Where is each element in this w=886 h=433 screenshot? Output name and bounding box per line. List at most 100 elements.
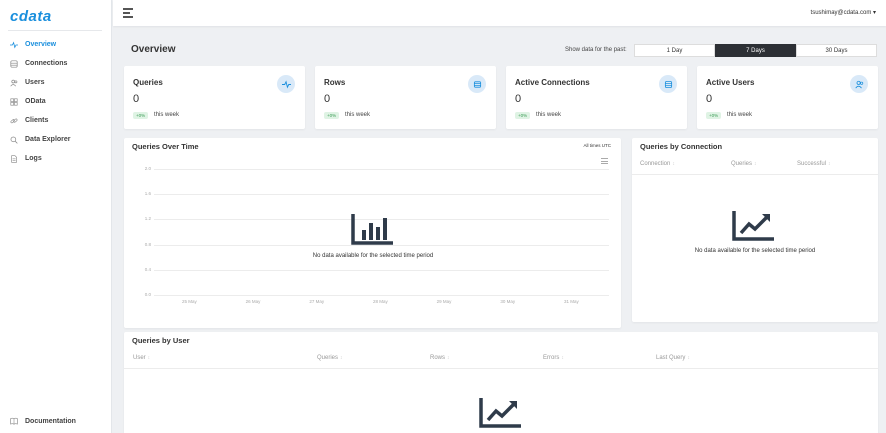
stat-value: 0 [324, 93, 331, 105]
sidebar-item-label: Logs [25, 155, 42, 162]
stat-card-queries: Queries 0 +0% this week [124, 66, 305, 129]
sidebar: cdata Overview Connections Users OData C… [0, 0, 112, 433]
divider [8, 30, 102, 31]
column-header-rows[interactable]: Rows ↕ [430, 355, 450, 361]
card-title: Queries by Connection [640, 142, 723, 151]
sidebar-item-logs[interactable]: Logs [0, 149, 112, 168]
pulse-icon [277, 75, 295, 93]
sidebar-item-data-explorer[interactable]: Data Explorer [0, 130, 112, 149]
card-title: Queries by User [132, 336, 190, 345]
y-tick-label: 1.6 [144, 191, 151, 197]
sidebar-item-connections[interactable]: Connections [0, 54, 112, 73]
bar-chart-icon [351, 214, 393, 245]
divider [632, 174, 878, 175]
range-30-days-button[interactable]: 30 Days [796, 44, 877, 57]
pulse-icon [10, 40, 18, 49]
sidebar-item-label: Clients [25, 117, 49, 124]
stat-value: 0 [133, 93, 140, 105]
stat-title: Queries [133, 78, 163, 87]
stat-value: 0 [706, 93, 713, 105]
stat-note: this week [345, 112, 371, 118]
column-header-queries[interactable]: Queries ↕ [317, 355, 343, 361]
range-selector: 1 Day 7 Days 30 Days [634, 44, 877, 57]
x-tick-label: 31 May [564, 299, 579, 304]
stat-note: this week [154, 112, 180, 118]
gridline [154, 194, 609, 196]
trending-up-chart-icon [479, 398, 521, 428]
divider [124, 368, 878, 369]
y-tick-label: 0.8 [144, 241, 151, 247]
sort-icon: ↕ [340, 355, 343, 361]
stat-badge: +0% [133, 112, 149, 119]
hamburger-menu-icon[interactable] [123, 8, 133, 18]
stat-card-active-users: Active Users 0 +0% this week [697, 66, 878, 129]
database-icon [10, 59, 18, 68]
x-tick-label: 30 May [500, 299, 516, 304]
sidebar-item-documentation[interactable]: Documentation [0, 417, 76, 425]
book-icon [10, 417, 18, 425]
range-7-days-button[interactable]: 7 Days [715, 44, 796, 57]
empty-state-text: No data available for the selected time … [694, 248, 816, 254]
sort-icon: ↕ [687, 355, 690, 361]
stat-note: this week [727, 112, 753, 118]
y-tick-label: 0.4 [144, 266, 151, 272]
sort-icon: ↕ [561, 355, 564, 361]
column-header-successful[interactable]: Successful ↕ [797, 161, 831, 167]
column-header-connection[interactable]: Connection ↕ [640, 161, 675, 167]
gridline [154, 295, 609, 296]
users-icon [850, 75, 868, 93]
x-tick-label: 26 May [245, 299, 261, 304]
empty-state-text: No data available for the selected time … [312, 253, 434, 259]
list-icon [468, 75, 486, 93]
user-menu[interactable]: tsushimay@cdata.com ▾ [811, 9, 876, 16]
sidebar-item-label: Documentation [25, 417, 76, 425]
queries-over-time-card: Queries Over Time All times UTC 2.0 1.6 1.… [124, 138, 621, 328]
stat-badge: +0% [515, 112, 531, 119]
stat-title: Active Users [706, 78, 755, 87]
sidebar-item-label: Data Explorer [25, 136, 71, 143]
y-tick-label: 1.2 [144, 216, 151, 222]
x-tick-label: 27 May [309, 299, 325, 304]
range-1-day-button[interactable]: 1 Day [634, 44, 715, 57]
file-icon [10, 154, 18, 163]
stat-card-rows: Rows 0 +0% this week [315, 66, 496, 129]
stat-value: 0 [515, 93, 522, 105]
odata-icon [10, 97, 18, 106]
sidebar-item-label: Users [25, 79, 45, 86]
sidebar-item-overview[interactable]: Overview [0, 35, 112, 54]
queries-by-user-card: Queries by User User ↕ Queries ↕ Rows ↕ Err… [124, 332, 878, 433]
cdata-logo[interactable]: cdata [10, 8, 52, 25]
users-icon [10, 79, 18, 87]
sort-icon: ↕ [447, 355, 450, 361]
stat-card-active-connections: Active Connections 0 +0% this week [506, 66, 687, 129]
stat-badge: +0% [324, 112, 340, 119]
column-header-last-query[interactable]: Last Query ↕ [656, 355, 690, 361]
gridline [154, 269, 609, 271]
sidebar-item-clients[interactable]: Clients [0, 111, 112, 130]
y-tick-label: 0.0 [144, 292, 151, 297]
stat-badge: +0% [706, 112, 722, 119]
column-header-queries[interactable]: Queries ↕ [731, 161, 757, 167]
sort-icon: ↕ [754, 161, 757, 167]
sidebar-item-label: OData [25, 98, 46, 105]
x-tick-label: 28 May [373, 299, 388, 304]
column-header-user[interactable]: User ↕ [133, 355, 150, 361]
chart-menu-icon[interactable] [601, 158, 608, 164]
range-label: Show data for the past: [565, 47, 627, 53]
queries-by-connection-card: Queries by Connection Connection ↕ Querie… [632, 138, 878, 322]
x-tick-label: 25 May [182, 299, 197, 304]
search-icon [10, 136, 18, 144]
column-header-errors[interactable]: Errors ↕ [543, 355, 564, 361]
sort-icon: ↕ [828, 161, 831, 167]
card-title: Queries Over Time [132, 142, 199, 151]
gridline [154, 169, 609, 170]
sort-icon: ↕ [147, 355, 151, 361]
sidebar-item-label: Connections [25, 60, 68, 67]
sidebar-nav: Overview Connections Users OData Clients… [0, 35, 112, 168]
link-icon [10, 117, 18, 125]
sidebar-item-users[interactable]: Users [0, 73, 112, 92]
sidebar-item-odata[interactable]: OData [0, 92, 112, 111]
sort-icon: ↕ [672, 161, 675, 167]
sidebar-item-label: Overview [25, 41, 57, 48]
database-icon [659, 75, 677, 93]
